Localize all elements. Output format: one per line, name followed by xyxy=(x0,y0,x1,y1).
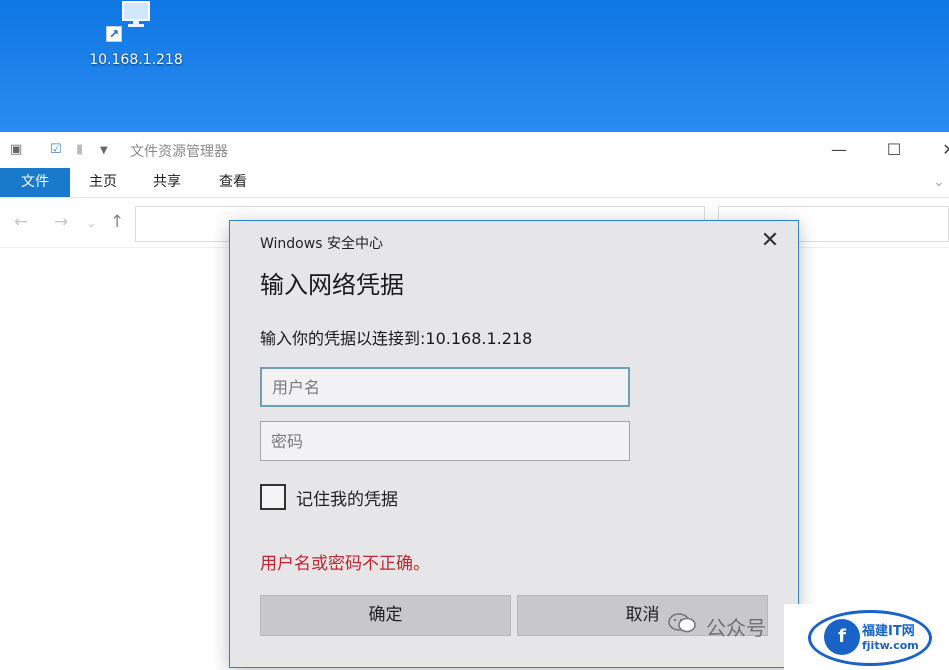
window-title: 文件资源管理器 xyxy=(130,144,228,160)
dialog-heading: 输入网络凭据 xyxy=(260,271,404,299)
dialog-description: 输入你的凭据以连接到:10.168.1.218 xyxy=(260,329,533,348)
logo-brand-domain: fjitw.com xyxy=(862,639,919,652)
wechat-icon xyxy=(668,613,696,633)
desktop-background: ↗ 10.168.1.218 xyxy=(0,0,949,132)
properties-icon[interactable]: ☑ xyxy=(50,142,62,157)
title-bar: ▣ ☑ ▮ ▼ 文件资源管理器 — ☐ ✕ xyxy=(0,132,949,168)
close-window-button[interactable]: ✕ xyxy=(926,136,949,164)
explorer-app-icon: ▣ xyxy=(10,142,23,157)
desktop-icon-label: 10.168.1.218 xyxy=(89,52,183,68)
ribbon-tabs: 文件 主页 共享 查看 ⌄ xyxy=(0,168,949,198)
password-input[interactable] xyxy=(260,421,630,461)
tab-home[interactable]: 主页 xyxy=(76,168,130,197)
minimize-button[interactable]: — xyxy=(816,136,862,164)
brand-logo: f 福建IT网 fjitw.com xyxy=(784,604,949,670)
ok-button[interactable]: 确定 xyxy=(260,595,511,636)
tab-file[interactable]: 文件 xyxy=(0,168,70,197)
back-arrow-icon[interactable]: ← xyxy=(14,212,28,232)
monitor-icon xyxy=(122,1,150,27)
tab-view[interactable]: 查看 xyxy=(206,168,260,197)
recent-locations-icon[interactable]: ⌄ xyxy=(86,216,96,230)
error-message: 用户名或密码不正确。 xyxy=(260,554,430,574)
new-folder-icon[interactable]: ▮ xyxy=(76,142,83,157)
username-input[interactable] xyxy=(260,367,630,407)
tab-share[interactable]: 共享 xyxy=(140,168,194,197)
logo-brand-name: 福建IT网 xyxy=(862,624,915,639)
dialog-caption: Windows 安全中心 xyxy=(260,236,383,252)
chevron-down-icon[interactable]: ⌄ xyxy=(933,174,949,190)
forward-arrow-icon[interactable]: → xyxy=(54,212,68,232)
remember-credentials-label[interactable]: 记住我的凭据 xyxy=(296,485,398,510)
credentials-dialog: Windows 安全中心 ✕ 输入网络凭据 输入你的凭据以连接到:10.168.… xyxy=(229,220,799,668)
close-icon[interactable]: ✕ xyxy=(758,229,782,253)
up-arrow-icon[interactable]: ↑ xyxy=(110,212,124,232)
shortcut-arrow-icon: ↗ xyxy=(106,26,122,42)
maximize-button[interactable]: ☐ xyxy=(871,136,917,164)
desktop-shortcut-remote[interactable]: ↗ 10.168.1.218 xyxy=(84,0,188,80)
remember-credentials-checkbox[interactable] xyxy=(260,484,286,510)
logo-mark-icon: f xyxy=(824,619,860,655)
watermark-text: 公众号 xyxy=(706,616,766,640)
customize-toolbar-icon[interactable]: ▼ xyxy=(100,145,108,156)
